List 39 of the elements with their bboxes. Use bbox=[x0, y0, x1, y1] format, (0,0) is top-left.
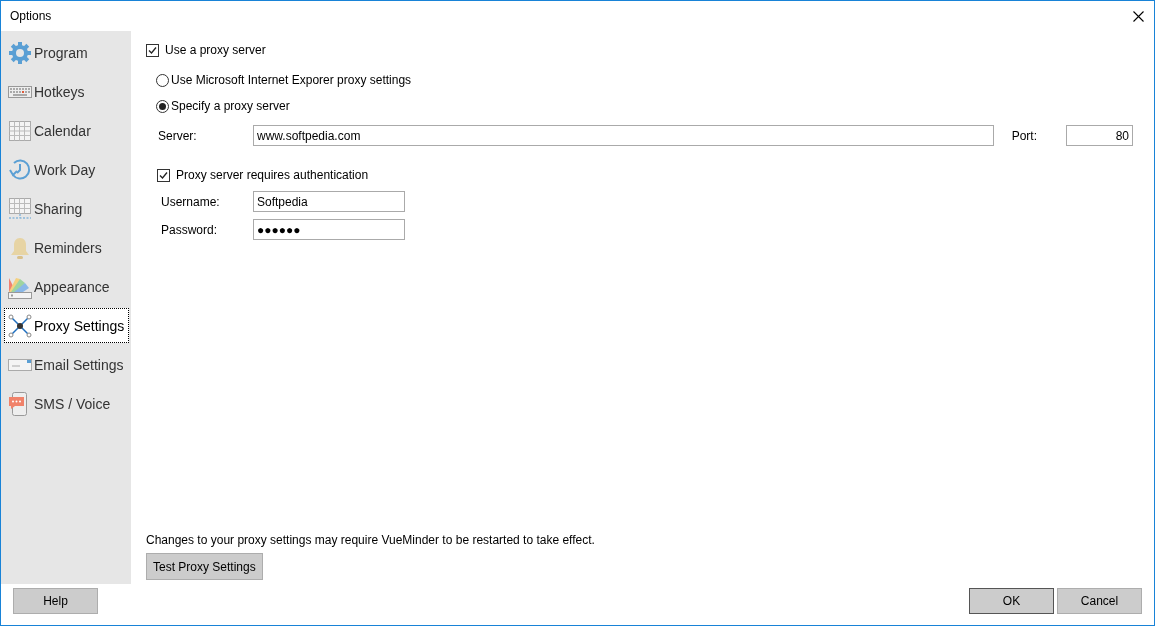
info-text: Changes to your proxy settings may require VueMinder to be restarted to take effect. bbox=[146, 533, 596, 547]
sidebar-item[interactable]: Calendar bbox=[4, 113, 129, 148]
sidebar-item[interactable]: Proxy Settings bbox=[4, 308, 129, 343]
username-field[interactable]: Softpedia bbox=[253, 191, 405, 212]
window-title: Options bbox=[10, 9, 53, 23]
radio-label: Use Microsoft Internet Exporer proxy settings bbox=[171, 73, 412, 87]
gear-icon bbox=[8, 40, 32, 65]
shared-grid-icon bbox=[8, 196, 32, 221]
checkbox[interactable] bbox=[146, 43, 159, 57]
bell-icon bbox=[8, 235, 32, 260]
clock-icon bbox=[8, 157, 32, 182]
field-label: Password: bbox=[161, 222, 219, 237]
network-icon bbox=[8, 313, 32, 338]
port-field[interactable]: 80 bbox=[1066, 125, 1133, 146]
help-button[interactable]: Help bbox=[13, 588, 98, 614]
sidebar-item[interactable]: SMS / Voice bbox=[4, 386, 129, 421]
sidebar-item[interactable]: Email Settings bbox=[4, 347, 129, 382]
radio-button[interactable] bbox=[156, 99, 169, 113]
sidebar-item[interactable]: Work Day bbox=[4, 152, 129, 187]
calendar-icon bbox=[8, 118, 32, 143]
test-proxy-button[interactable]: Test Proxy Settings bbox=[146, 553, 263, 580]
field-label: Username: bbox=[161, 194, 221, 209]
cancel-button[interactable]: Cancel bbox=[1057, 588, 1142, 614]
field-label: Server: bbox=[158, 128, 198, 143]
password-field[interactable]: ●●●●●● bbox=[253, 219, 405, 240]
checkbox[interactable] bbox=[157, 168, 170, 182]
sidebar-item[interactable]: Sharing bbox=[4, 191, 129, 226]
ok-button[interactable]: OK bbox=[969, 588, 1054, 614]
checkbox-label: Use a proxy server bbox=[165, 43, 266, 57]
close-icon[interactable] bbox=[1133, 10, 1144, 22]
checkbox-label: Proxy server requires authentication bbox=[176, 168, 369, 182]
sidebar-item[interactable]: Hotkeys bbox=[4, 74, 129, 109]
sidebar-item[interactable]: Reminders bbox=[4, 230, 129, 265]
sidebar-item[interactable]: Program bbox=[4, 35, 129, 70]
sidebar-item[interactable]: Appearance bbox=[4, 269, 129, 304]
server-field[interactable]: www.softpedia.com bbox=[253, 125, 994, 146]
radio-button[interactable] bbox=[156, 73, 169, 87]
field-label: Port: bbox=[1011, 128, 1037, 143]
radio-label: Specify a proxy server bbox=[171, 99, 290, 113]
